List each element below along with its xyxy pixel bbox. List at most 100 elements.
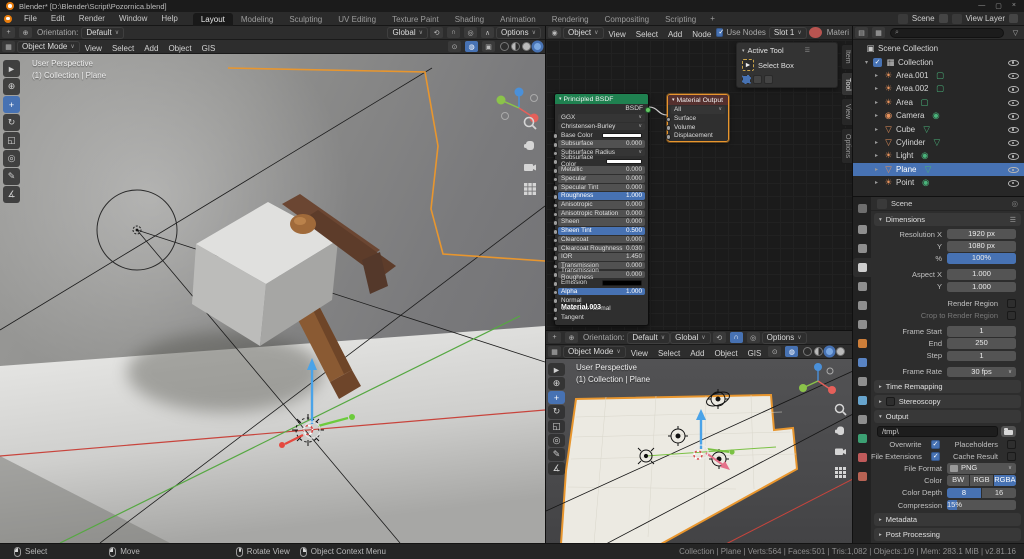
active-tool-icon[interactable]: + [548,332,561,343]
outliner-row[interactable]: ▾ ✓ ▦ Collection [853,55,1024,68]
properties-tab[interactable] [853,315,871,334]
workspace-tab[interactable]: Animation [492,13,544,26]
tool-button[interactable]: ◎ [3,150,20,167]
expand-arrow-icon[interactable]: ▸ [875,85,883,92]
outliner-row[interactable]: ▸ ▽ Cylinder ▽ [853,136,1024,149]
node-input-row[interactable]: Base Color [552,132,645,140]
workspace-tab[interactable]: Modeling [233,13,281,26]
shader-menu[interactable]: Select [631,30,663,39]
properties-tab[interactable] [853,353,871,372]
outliner-row[interactable]: ▣ Scene Collection [853,42,1024,55]
properties-tab[interactable] [853,372,871,391]
outliner-row[interactable]: ▸ ▽ Cube ▽ [853,122,1024,135]
shading-mode-group[interactable] [803,347,846,356]
render-region-checkbox[interactable] [1007,298,1016,308]
principled-bsdf-node[interactable]: Principled BSDF BSDF GGX Christensen-Bur [552,93,651,326]
snap-magnet-icon[interactable]: ∩ [447,27,461,38]
workspace-tab[interactable]: Layout [192,12,233,26]
tool-button[interactable]: ↻ [3,114,20,131]
tool-button[interactable]: ✎ [548,447,565,461]
color-rgba-button[interactable]: RGBA [993,475,1016,486]
resolution-percentage-slider[interactable]: 100% [947,253,1016,264]
object-name[interactable]: Cube [896,125,915,134]
properties-tab[interactable] [853,296,871,315]
object-name[interactable]: Light [896,151,913,160]
workspace-tab[interactable]: Shading [447,13,492,26]
zoom-icon[interactable] [523,116,537,130]
editor-type-icon[interactable]: ▦ [2,41,15,52]
node-input-row[interactable]: Christensen-Burley [558,122,645,131]
object-name[interactable]: Scene Collection [878,44,938,53]
viewport-menu[interactable]: Add [685,349,709,358]
select-mode-buttons[interactable] [742,75,832,84]
properties-tab[interactable] [853,220,871,239]
topbar-menu[interactable]: Edit [44,14,72,23]
scene-selector[interactable]: Scene [912,14,935,23]
falloff-icon[interactable]: ∧ [481,27,495,38]
camera-view-icon[interactable] [834,445,847,458]
topbar-menu[interactable]: Window [112,14,154,23]
folder-browse-icon[interactable] [1001,426,1016,438]
object-name[interactable]: Cylinder [896,138,925,147]
properties-tab[interactable] [853,467,871,486]
color-rgb-button[interactable]: RGB [970,475,993,486]
workspace-tab[interactable]: Compositing [597,13,657,26]
shading-solid-icon[interactable] [511,42,520,51]
outliner-row[interactable]: ▸ ☀ Point ◉ [853,176,1024,189]
resolution-x-field[interactable]: 1920 px [947,228,1016,240]
visibility-eye-icon[interactable] [1008,57,1019,67]
tool-button[interactable]: ⊕ [3,78,20,95]
node-input-row[interactable]: IOR 1.450 [552,253,645,261]
outliner-search-input[interactable]: ⌕ [890,27,1004,38]
properties-tab[interactable] [853,334,871,353]
viewport-menu[interactable]: Select [653,349,685,358]
use-nodes-checkbox[interactable] [716,28,724,37]
properties-tab[interactable] [853,429,871,448]
tool-button[interactable]: ► [3,60,20,77]
tool-button[interactable]: + [3,96,20,113]
overlays-toggle-icon[interactable]: ◍ [785,346,799,357]
tool-button[interactable]: ► [548,363,565,377]
viewport-menu[interactable]: Object [709,349,742,358]
minimize-button[interactable]: — [978,2,985,10]
outliner-row[interactable]: ▸ ▽ Plane ▽ [853,162,1024,176]
visibility-eye-icon[interactable] [1008,111,1019,121]
node-input-row[interactable]: Normal [552,297,645,305]
frame-step-field[interactable]: 1 [947,350,1016,362]
shading-material-icon[interactable] [825,347,835,356]
visibility-eye-icon[interactable] [1008,164,1019,174]
panel-metadata-header[interactable]: Metadata [874,513,1021,527]
shading-rendered-icon[interactable] [533,42,542,51]
node-input-row[interactable]: Sheen 0.000 [552,218,645,226]
viewport-menu[interactable]: View [80,44,107,53]
properties-tab[interactable] [853,277,871,296]
viewport-canvas[interactable]: User Perspective (1) Collection | Plane … [0,54,545,543]
shading-wireframe-icon[interactable] [500,42,509,51]
slot-dropdown[interactable]: Slot 1 [768,26,807,39]
panel-dimensions-header[interactable]: Dimensions☰ [874,213,1021,226]
panel-output-header[interactable]: Output [874,410,1021,424]
outliner-row[interactable]: ▸ ☀ Area.001 ▢ [853,69,1024,82]
tool-button[interactable]: ✎ [3,168,20,185]
shader-canvas[interactable]: Principled BSDF BSDF GGX Christensen-Bur [546,40,853,330]
topbar-menu[interactable]: Render [72,14,112,23]
visibility-eye-icon[interactable] [1008,70,1019,80]
shading-rendered-icon[interactable] [836,347,846,356]
workspace-tab[interactable]: Sculpting [281,13,330,26]
collection-checkbox[interactable]: ✓ [873,57,882,67]
options-dropdown[interactable]: Options [496,26,541,39]
output-path-field[interactable]: /tmp\ [877,426,998,438]
object-name[interactable]: Area [896,98,913,107]
new-scene-button[interactable] [938,14,948,23]
maximize-button[interactable]: ▢ [995,2,1002,10]
node-header[interactable]: Principled BSDF [555,94,648,104]
outliner-row[interactable]: ▸ ☀ Area ▢ [853,96,1024,109]
expand-arrow-icon[interactable]: ▸ [875,112,883,119]
tool-options-icon[interactable]: ⊕ [565,332,578,343]
shader-menu[interactable]: Node [687,30,716,39]
orientation-dropdown[interactable]: Default [627,331,671,344]
panel-time-remapping-header[interactable]: Time Remapping [874,380,1021,394]
color-swatch[interactable] [602,132,642,139]
frame-end-field[interactable]: 250 [947,338,1016,349]
viewport-menu[interactable]: Add [139,44,163,53]
